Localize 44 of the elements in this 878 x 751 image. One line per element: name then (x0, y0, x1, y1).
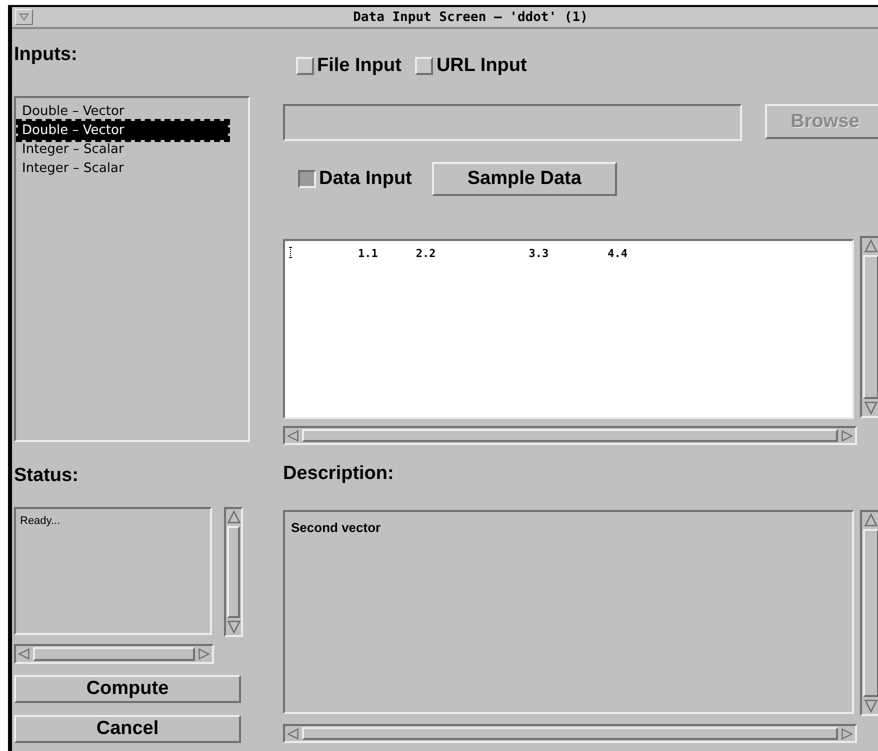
list-item[interactable]: Double – Vector (18, 102, 228, 121)
status-text: Ready... (20, 515, 60, 527)
list-item[interactable]: Double – Vector (18, 121, 228, 140)
vertical-scrollbar[interactable] (860, 510, 878, 716)
status-heading: Status: (14, 464, 78, 488)
data-value: 1.1 (358, 247, 378, 260)
arrow-icon[interactable] (226, 510, 240, 524)
text-cursor-icon (289, 247, 292, 258)
description-text: Second vector (291, 520, 381, 535)
vertical-scrollbar[interactable] (224, 507, 243, 637)
data-input-area[interactable]: 1.1 2.2 3.3 4.4 (283, 239, 854, 419)
arrow-icon[interactable] (840, 430, 854, 442)
description-heading: Description: (283, 462, 394, 486)
arrow-icon[interactable] (286, 728, 300, 740)
data-value: 4.4 (608, 247, 628, 260)
file-path-field[interactable] (283, 104, 742, 141)
action-button[interactable]: Cancel (14, 715, 241, 743)
arrow-icon[interactable] (864, 239, 878, 253)
arrow-icon[interactable] (864, 513, 878, 527)
triangle-icon (19, 13, 29, 21)
horizontal-scrollbar[interactable] (283, 426, 857, 445)
arrow-icon[interactable] (864, 699, 878, 713)
arrow-icon[interactable] (840, 728, 854, 740)
window-title: Data Input Screen – 'ddot' (1) (352, 10, 589, 24)
inputs-heading: Inputs: (14, 43, 78, 67)
checkbox-label: Data Input (319, 168, 412, 190)
arrow-icon[interactable] (286, 430, 300, 442)
checkbox[interactable] (298, 170, 316, 188)
data-value: 3.3 (528, 247, 549, 260)
horizontal-scrollbar[interactable] (14, 644, 214, 664)
arrow-icon[interactable] (197, 648, 211, 660)
list-item[interactable]: Integer – Scalar (18, 140, 228, 159)
horizontal-scrollbar[interactable] (283, 724, 857, 743)
list-item[interactable]: Integer – Scalar (18, 159, 228, 178)
arrow-icon[interactable] (226, 620, 240, 634)
checkbox-label: File Input (317, 55, 402, 77)
arrow-icon[interactable] (864, 401, 878, 415)
window-menu-button[interactable] (15, 9, 33, 25)
vertical-scrollbar[interactable] (860, 236, 878, 418)
checkbox-label: URL Input (436, 55, 527, 77)
action-button[interactable]: Compute (14, 675, 241, 703)
data-value: 2.2 (416, 247, 436, 260)
sample-data-button[interactable]: Sample Data (432, 162, 617, 196)
arrow-icon[interactable] (17, 648, 31, 660)
